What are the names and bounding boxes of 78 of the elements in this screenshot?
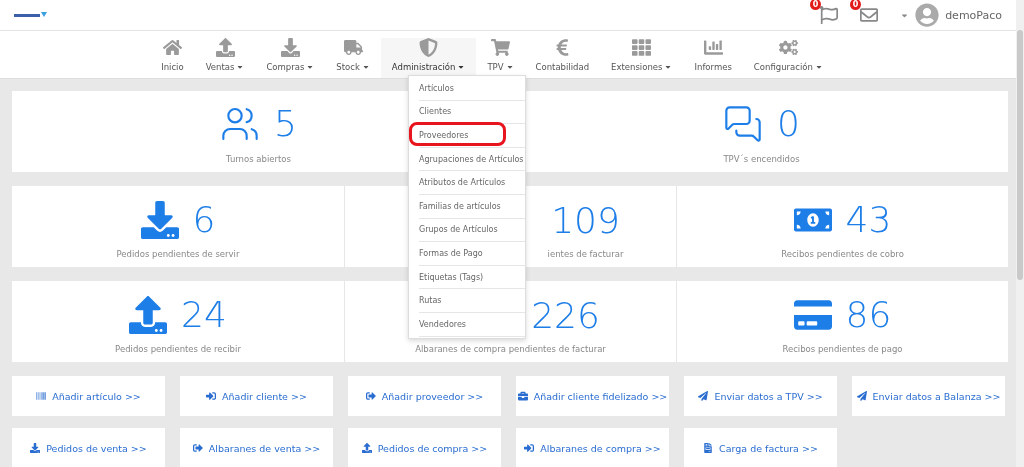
nav-item[interactable]: Inicio	[150, 38, 195, 78]
menu-item[interactable]: Formas de Pago	[419, 242, 525, 266]
notification-badge: 0	[810, 0, 822, 10]
stat-label: TPV´s encendidos	[723, 154, 800, 164]
stat-value: 5	[274, 106, 297, 142]
shield-icon	[419, 38, 439, 57]
send-icon	[698, 391, 709, 401]
truck-icon	[343, 38, 363, 57]
nav-item[interactable]: Compras	[255, 38, 326, 78]
shortcut-button[interactable]: Añadir artículo >>	[12, 376, 165, 416]
stat-value: 86	[845, 297, 892, 333]
download-icon	[140, 201, 179, 239]
flag-icon[interactable]	[820, 6, 839, 24]
nav-item[interactable]: Contabilidad	[524, 38, 601, 78]
menu-item[interactable]: Agrupaciones de Artículos	[419, 147, 525, 172]
menu-item[interactable]: Atributos de Artículos	[419, 171, 525, 195]
nav-item[interactable]: Extensiones	[600, 38, 684, 78]
upload-icon	[361, 443, 372, 453]
stat-value: 24	[181, 297, 227, 333]
notification-badge: 0	[850, 0, 862, 10]
menu-item[interactable]: Vendedores	[419, 312, 525, 337]
upload-icon	[129, 296, 168, 334]
shortcut-button[interactable]: Añadir proveedor >>	[348, 376, 501, 416]
stat-value: 6	[192, 202, 216, 238]
nav-item[interactable]: Stock	[325, 38, 381, 78]
shortcut-button[interactable]: Añadir cliente fidelizado >>	[516, 376, 669, 416]
home-icon	[162, 38, 182, 57]
nav-item[interactable]: TPV	[476, 38, 525, 78]
stat-label: Recibos pendientes de cobro	[781, 249, 904, 259]
nav-item[interactable]: Ventas	[194, 38, 256, 78]
shortcut-button[interactable]: Pedidos de compra >>	[348, 428, 501, 467]
menu-item[interactable]: Rutas	[419, 289, 525, 313]
send-icon	[856, 391, 867, 401]
logo-icon	[14, 11, 48, 19]
invoice-icon	[703, 443, 714, 453]
download-icon	[280, 38, 300, 57]
chart-icon	[703, 38, 723, 57]
sign-in-icon	[206, 391, 217, 401]
download-icon	[30, 443, 41, 453]
shortcut-button[interactable]: Añadir cliente >>	[180, 376, 333, 416]
nav-item[interactable]: Informes	[683, 38, 743, 78]
gears-icon	[778, 38, 798, 57]
stat-label: Turnos abiertos	[226, 154, 291, 164]
scrollbar[interactable]	[1016, 0, 1024, 467]
stat-label: Pedidos pendientes de servir	[116, 249, 240, 259]
avatar-icon[interactable]	[915, 3, 940, 27]
menu-item[interactable]: Proveedores	[419, 124, 525, 148]
menu-item[interactable]: Clientes	[419, 100, 525, 125]
stat-label: Recibos pendientes de pago	[782, 344, 903, 354]
shortcut-button[interactable]: Carga de factura >>	[684, 428, 837, 467]
stat-value: 109	[551, 203, 620, 239]
shortcut-button[interactable]: Albaranes de compra >>	[516, 428, 669, 467]
shortcut-button[interactable]: Enviar datos a Balanza >>	[852, 376, 1005, 416]
shortcut-button[interactable]: Enviar datos a TPV >>	[684, 376, 837, 416]
user-name[interactable]: demoPaco	[945, 8, 1002, 22]
stat-value: 43	[845, 202, 892, 238]
sign-out-icon	[365, 391, 376, 401]
stat-value: 226	[531, 298, 600, 334]
mail-icon[interactable]	[860, 6, 879, 24]
stat-label: ientes de facturar	[547, 249, 624, 259]
menu-item[interactable]: Artículos	[419, 77, 525, 101]
shortcut-button[interactable]: Albaranes de venta >>	[180, 428, 333, 467]
stat-label: Albaranes de compra pendientes de facturar	[415, 344, 606, 354]
cart-icon	[490, 38, 510, 57]
stat-value: 0	[777, 106, 800, 142]
upload-icon	[215, 38, 235, 57]
grid-icon	[632, 38, 652, 57]
chat-icon	[723, 104, 764, 144]
nav-item[interactable]: Administración	[380, 38, 477, 78]
menu-item[interactable]: Etiquetas (Tags)	[419, 265, 525, 290]
sign-in-icon	[524, 443, 535, 453]
shortcut-button[interactable]: Pedidos de venta >>	[12, 428, 165, 467]
nav-item[interactable]: Configuración	[742, 38, 834, 78]
menu-item[interactable]: Familias de artículos	[419, 194, 525, 219]
menu-item[interactable]: Grupos de Artículos	[419, 218, 525, 243]
stat-label: Pedidos pendientes de recibir	[115, 344, 241, 354]
sign-out-icon	[192, 443, 203, 453]
briefcase-icon	[517, 391, 528, 401]
